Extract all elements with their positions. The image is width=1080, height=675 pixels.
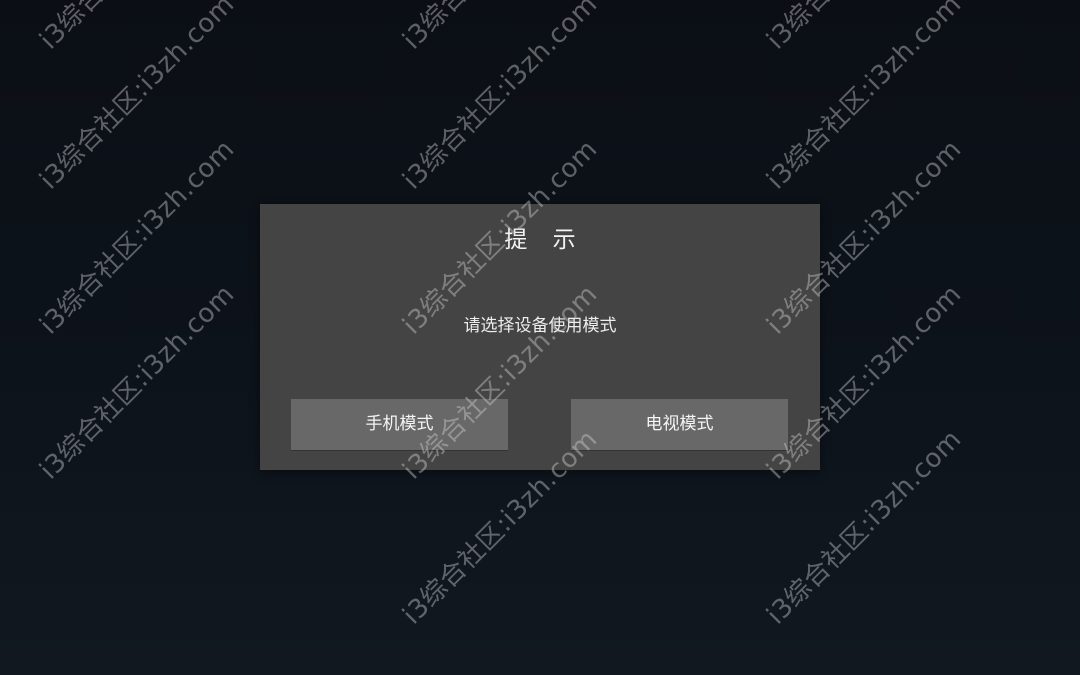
watermark-text: i3综合社区:i3zh.com [34,0,241,196]
watermark-text: i3综合社区:i3zh.com [397,0,604,196]
watermark-text: i3综合社区:i3zh.com [757,0,968,56]
tv-mode-button[interactable]: 电视模式 [571,399,788,450]
watermark-text: i3综合社区:i3zh.com [34,279,241,486]
dialog-title: 提 示 [504,227,585,253]
watermark-text: i3综合社区:i3zh.com [30,0,241,56]
screen-background: 提 示 请选择设备使用模式 手机模式 电视模式 i3综合社区:i3zh.com … [0,0,1080,675]
mode-select-dialog: 提 示 请选择设备使用模式 手机模式 电视模式 [260,204,820,470]
watermark-text: i3综合社区:i3zh.com [34,134,241,341]
dialog-message: 请选择设备使用模式 [463,316,617,336]
phone-mode-button[interactable]: 手机模式 [291,399,508,450]
watermark-text: i3综合社区:i3zh.com [393,0,604,56]
watermark-text: i3综合社区:i3zh.com [761,0,968,196]
